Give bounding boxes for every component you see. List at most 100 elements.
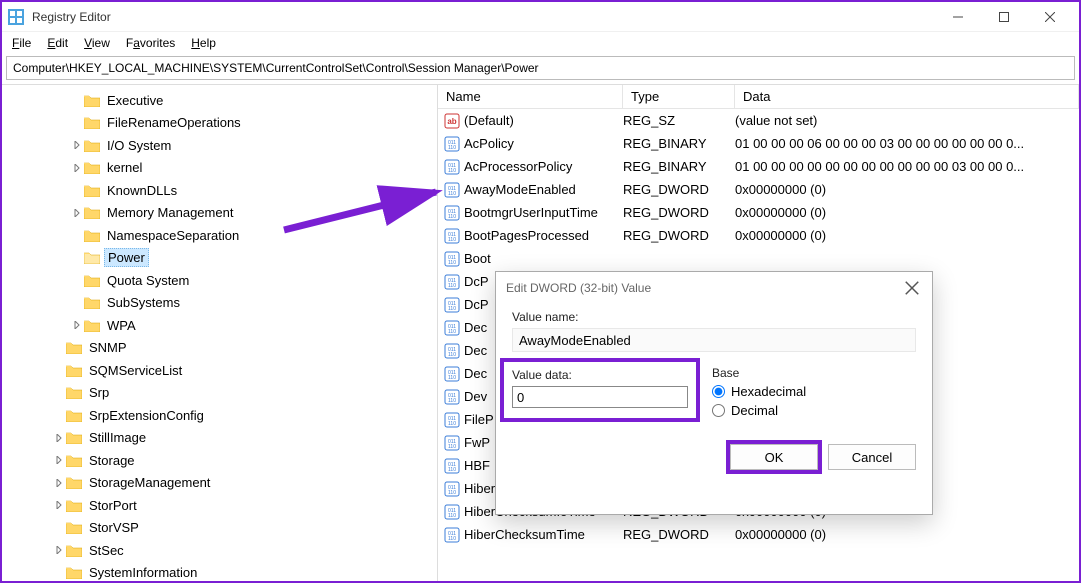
tree-item-label: Srp xyxy=(86,384,112,401)
binary-value-icon: 011110 xyxy=(444,228,460,244)
value-data: 01 00 00 00 00 00 00 00 00 00 00 00 03 0… xyxy=(735,159,1079,174)
maximize-button[interactable] xyxy=(981,2,1027,32)
dialog-title: Edit DWORD (32-bit) Value xyxy=(506,281,651,295)
close-button[interactable] xyxy=(1027,2,1073,32)
disclosure-icon[interactable] xyxy=(52,546,66,554)
svg-text:110: 110 xyxy=(448,421,456,427)
folder-icon xyxy=(84,161,100,174)
value-row[interactable]: 011110AcProcessorPolicyREG_BINARY01 00 0… xyxy=(438,155,1079,178)
tree-item[interactable]: FileRenameOperations xyxy=(16,112,437,135)
tree-item[interactable]: Executive xyxy=(16,89,437,112)
tree-item[interactable]: SubSystems xyxy=(16,292,437,315)
tree-item-label: SQMServiceList xyxy=(86,362,185,379)
value-row[interactable]: ab(Default)REG_SZ(value not set) xyxy=(438,109,1079,132)
value-name: AcPolicy xyxy=(464,136,623,151)
disclosure-icon[interactable] xyxy=(70,321,84,329)
col-name[interactable]: Name xyxy=(438,85,623,108)
value-data-input[interactable] xyxy=(512,386,688,408)
dialog-close-button[interactable] xyxy=(902,278,922,298)
tree-item[interactable]: SQMServiceList xyxy=(16,359,437,382)
binary-value-icon: 011110 xyxy=(444,343,460,359)
value-type: REG_DWORD xyxy=(623,228,735,243)
binary-value-icon: 011110 xyxy=(444,412,460,428)
folder-icon xyxy=(84,319,100,332)
binary-value-icon: 011110 xyxy=(444,205,460,221)
svg-text:110: 110 xyxy=(448,513,456,519)
tree-item[interactable]: StSec xyxy=(16,539,437,562)
tree-item[interactable]: Storage xyxy=(16,449,437,472)
tree-item[interactable]: Power xyxy=(16,247,437,270)
value-row[interactable]: 011110HiberChecksumTimeREG_DWORD0x000000… xyxy=(438,523,1079,546)
tree-item-label: Memory Management xyxy=(104,204,236,221)
address-bar[interactable]: Computer\HKEY_LOCAL_MACHINE\SYSTEM\Curre… xyxy=(6,56,1075,80)
minimize-button[interactable] xyxy=(935,2,981,32)
binary-value-icon: 011110 xyxy=(444,320,460,336)
menu-view[interactable]: View xyxy=(78,34,116,52)
folder-icon xyxy=(84,139,100,152)
folder-icon xyxy=(84,94,100,107)
tree-item[interactable]: I/O System xyxy=(16,134,437,157)
value-name: AwayModeEnabled xyxy=(464,182,623,197)
tree-item-label: FileRenameOperations xyxy=(104,114,244,131)
tree-item[interactable]: kernel xyxy=(16,157,437,180)
value-row[interactable]: 011110BootPagesProcessedREG_DWORD0x00000… xyxy=(438,224,1079,247)
tree-item[interactable]: KnownDLLs xyxy=(16,179,437,202)
radio-hexadecimal[interactable]: Hexadecimal xyxy=(712,384,916,399)
tree-item[interactable]: Quota System xyxy=(16,269,437,292)
cancel-button[interactable]: Cancel xyxy=(828,444,916,470)
tree-item[interactable]: WPA xyxy=(16,314,437,337)
disclosure-icon[interactable] xyxy=(52,501,66,509)
svg-text:110: 110 xyxy=(448,191,456,197)
disclosure-icon[interactable] xyxy=(70,164,84,172)
col-type[interactable]: Type xyxy=(623,85,735,108)
disclosure-icon[interactable] xyxy=(70,209,84,217)
radio-decimal[interactable]: Decimal xyxy=(712,403,916,418)
disclosure-icon[interactable] xyxy=(52,456,66,464)
svg-text:110: 110 xyxy=(448,237,456,243)
value-row[interactable]: 011110AcPolicyREG_BINARY01 00 00 00 06 0… xyxy=(438,132,1079,155)
folder-icon xyxy=(84,251,100,264)
svg-text:110: 110 xyxy=(448,283,456,289)
disclosure-icon[interactable] xyxy=(70,141,84,149)
tree-item[interactable]: NamespaceSeparation xyxy=(16,224,437,247)
binary-value-icon: 011110 xyxy=(444,366,460,382)
menu-file[interactable]: File xyxy=(6,34,37,52)
tree-item[interactable]: SrpExtensionConfig xyxy=(16,404,437,427)
svg-text:110: 110 xyxy=(448,352,456,358)
ok-button[interactable]: OK xyxy=(730,444,818,470)
registry-tree[interactable]: Executive FileRenameOperations I/O Systemk… xyxy=(2,89,437,581)
value-name-field: AwayModeEnabled xyxy=(512,328,916,352)
disclosure-icon[interactable] xyxy=(52,479,66,487)
menu-edit[interactable]: Edit xyxy=(41,34,74,52)
binary-value-icon: 011110 xyxy=(444,159,460,175)
col-data[interactable]: Data xyxy=(735,85,1079,108)
disclosure-icon[interactable] xyxy=(52,434,66,442)
svg-text:110: 110 xyxy=(448,260,456,266)
tree-item[interactable]: StorPort xyxy=(16,494,437,517)
tree-item-label: StSec xyxy=(86,542,127,559)
value-row[interactable]: 011110BootmgrUserInputTimeREG_DWORD0x000… xyxy=(438,201,1079,224)
folder-icon xyxy=(66,431,82,444)
folder-icon xyxy=(66,544,82,557)
tree-item-label: Power xyxy=(104,248,149,267)
tree-item[interactable]: StorageManagement xyxy=(16,472,437,495)
menu-favorites[interactable]: Favorites xyxy=(120,34,181,52)
value-row[interactable]: 011110Boot xyxy=(438,247,1079,270)
value-name: Boot xyxy=(464,251,623,266)
tree-item[interactable]: Srp xyxy=(16,382,437,405)
radio-dec-input[interactable] xyxy=(712,404,725,417)
value-row[interactable]: 011110AwayModeEnabledREG_DWORD0x00000000… xyxy=(438,178,1079,201)
folder-icon xyxy=(66,476,82,489)
value-type: REG_BINARY xyxy=(623,159,735,174)
folder-icon xyxy=(66,386,82,399)
tree-item[interactable]: StorVSP xyxy=(16,517,437,540)
tree-item[interactable]: StillImage xyxy=(16,427,437,450)
menu-help[interactable]: Help xyxy=(185,34,222,52)
tree-item[interactable]: SNMP xyxy=(16,337,437,360)
tree-item[interactable]: SystemInformation xyxy=(16,562,437,582)
string-value-icon: ab xyxy=(444,113,460,129)
tree-item[interactable]: Memory Management xyxy=(16,202,437,225)
tree-item-label: SNMP xyxy=(86,339,130,356)
value-name: (Default) xyxy=(464,113,623,128)
radio-hex-input[interactable] xyxy=(712,385,725,398)
